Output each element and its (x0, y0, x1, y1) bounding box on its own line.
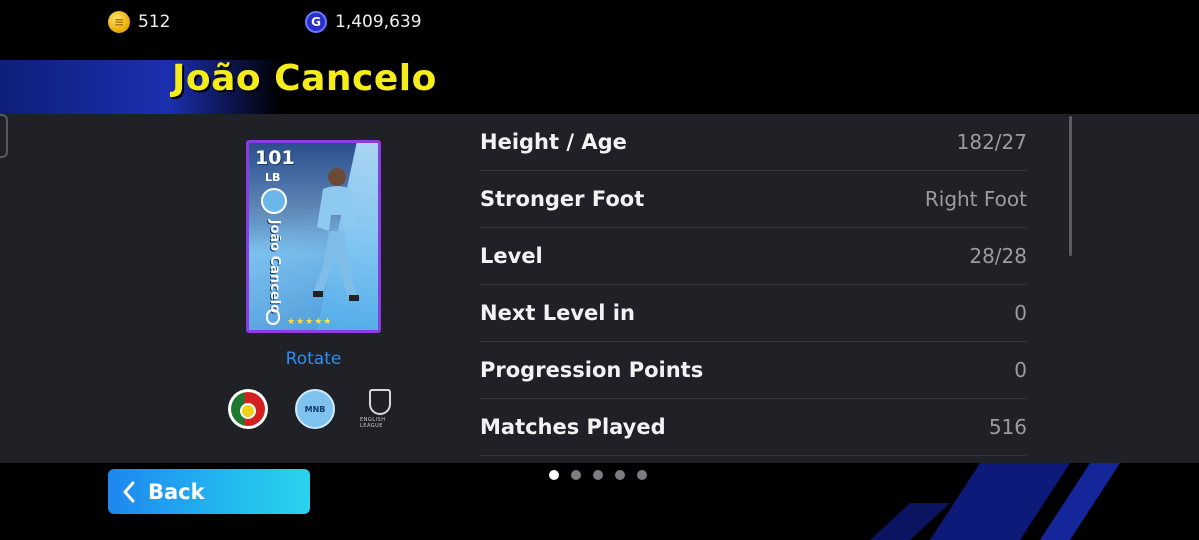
gp-balance: G 1,409,639 (305, 10, 422, 34)
stat-value: 182/27 (956, 130, 1027, 154)
club-badge-icon: MNB (295, 389, 335, 429)
stat-row-height-age: Height / Age 182/27 (480, 114, 1027, 171)
back-button-label: Back (148, 479, 205, 504)
page-dot-2[interactable] (571, 470, 581, 480)
chevron-left-icon (123, 481, 135, 502)
stat-label: Stronger Foot (480, 187, 645, 211)
stat-value: 0 (1014, 301, 1027, 325)
stat-label: Progression Points (480, 358, 704, 382)
stat-row-level: Level 28/28 (480, 228, 1027, 285)
stats-table: Height / Age 182/27 Stronger Foot Right … (480, 114, 1027, 456)
stat-row-next-level: Next Level in 0 (480, 285, 1027, 342)
coin-amount: 512 (138, 12, 171, 32)
portugal-flag-icon (228, 389, 268, 429)
efootball-coin-icon: ≡ (108, 11, 130, 33)
stat-label: Matches Played (480, 415, 666, 439)
gp-amount: 1,409,639 (335, 12, 422, 32)
card-position: LB (265, 171, 281, 184)
efootball-logo-icon (266, 309, 280, 325)
stat-row-stronger-foot: Stronger Foot Right Foot (480, 171, 1027, 228)
rotate-button[interactable]: Rotate (246, 349, 381, 369)
decorative-stripes (870, 463, 1120, 540)
side-panel-handle[interactable] (0, 114, 8, 158)
stat-row-matches-played: Matches Played 516 (480, 399, 1027, 456)
stat-row-progression-points: Progression Points 0 (480, 342, 1027, 399)
stat-label: Level (480, 244, 543, 268)
page-title: João Cancelo (172, 58, 437, 99)
card-player-name: João Cancelo (267, 219, 283, 313)
page-dot-3[interactable] (593, 470, 603, 480)
page-dot-5[interactable] (637, 470, 647, 480)
stat-value: 0 (1014, 358, 1027, 382)
stats-scrollbar[interactable] (1069, 116, 1072, 256)
page-dot-4[interactable] (615, 470, 625, 480)
card-rating: 101 (255, 147, 295, 169)
back-button[interactable]: Back (108, 469, 310, 514)
page-dot-1[interactable] (549, 470, 559, 480)
stat-label: Next Level in (480, 301, 635, 325)
english-league-icon: ENGLISH LEAGUE (360, 389, 400, 429)
player-card[interactable]: 101 LB João Cancelo ★★★★★ (246, 140, 381, 333)
player-image (313, 168, 359, 301)
coin-balance: ≡ 512 (108, 10, 170, 34)
stat-value: 28/28 (969, 244, 1027, 268)
gp-icon: G (305, 11, 327, 33)
card-club-badge-icon (261, 188, 287, 214)
stat-value: Right Foot (924, 187, 1027, 211)
card-stars: ★★★★★ (287, 317, 333, 327)
page-indicator (549, 470, 647, 480)
stat-label: Height / Age (480, 130, 627, 154)
stat-value: 516 (988, 415, 1027, 439)
